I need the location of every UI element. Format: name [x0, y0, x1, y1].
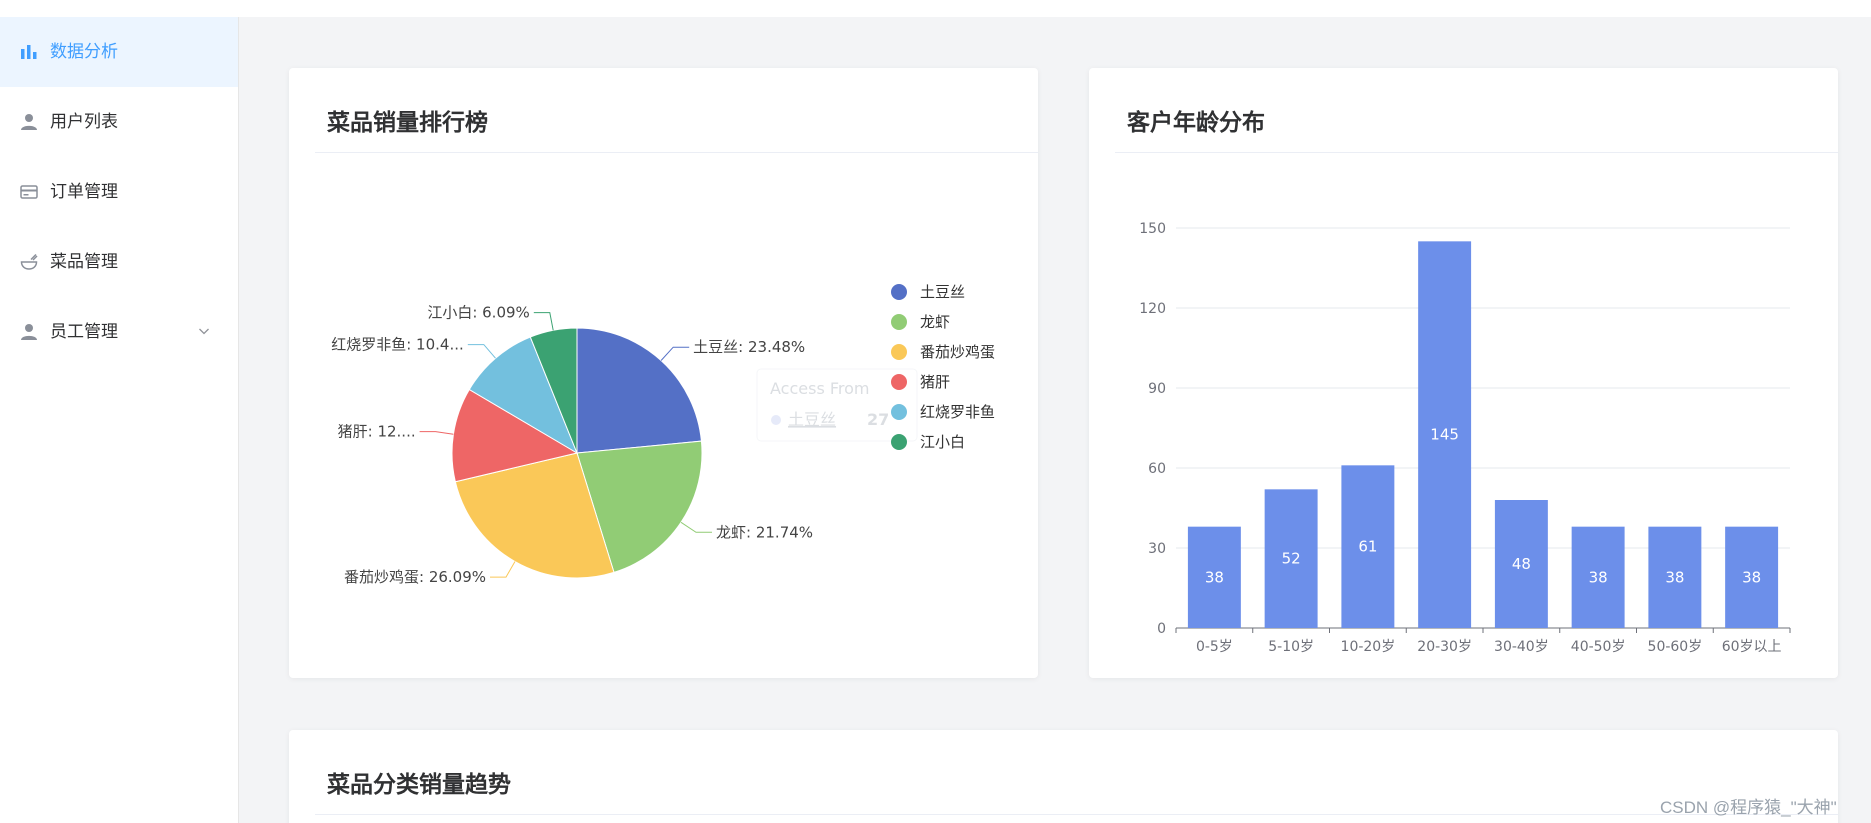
dish-sales-pie-chart: Access From 土豆丝 27 土豆丝: 23.48% 龙虾: 21.74% 番茄炒… [331, 283, 995, 586]
legend-marker[interactable] [891, 284, 907, 300]
card-divider [315, 814, 1838, 815]
bar-data-label: 38 [1589, 568, 1608, 586]
sidebar-item-label: 订单管理 [50, 182, 118, 202]
bar-chart-icon [21, 45, 37, 59]
sidebar-menu: 数据分析 用户列表 订单管理 菜品管理 员工管理 [0, 17, 239, 823]
sidebar-item-label: 菜品管理 [50, 252, 118, 272]
user-icon [21, 114, 37, 130]
sidebar-item-user-list[interactable]: 用户列表 [0, 87, 238, 157]
sidebar-item-dish-management[interactable]: 菜品管理 [0, 227, 238, 297]
x-tick-label: 20-30岁 [1417, 639, 1472, 655]
sidebar-item-order-management[interactable]: 订单管理 [0, 157, 238, 227]
legend-marker[interactable] [891, 374, 907, 390]
card-title: 菜品分类销量趋势 [327, 772, 511, 798]
legend-marker[interactable] [891, 434, 907, 450]
x-tick-label: 10-20岁 [1341, 639, 1396, 655]
bar-data-label: 52 [1282, 550, 1301, 568]
legend-item-label[interactable]: 番茄炒鸡蛋 [920, 343, 995, 361]
pie-label-line [660, 346, 690, 361]
bar-data-label: 38 [1205, 568, 1224, 586]
credit-card-icon [20, 185, 38, 199]
pie-slice-label: 红烧罗非鱼: 10.4... [331, 336, 464, 354]
chevron-down-icon[interactable] [198, 325, 210, 337]
pie-label-line [490, 561, 516, 578]
x-tick-label: 60岁以上 [1722, 639, 1782, 655]
watermark: CSDN @程序猿_"大神" [1660, 798, 1837, 817]
legend-marker[interactable] [891, 344, 907, 360]
legend-marker[interactable] [891, 404, 907, 420]
legend-marker[interactable] [891, 314, 907, 330]
pie-slice-label: 龙虾: 21.74% [716, 523, 813, 541]
legend-item-label[interactable]: 猪肝 [920, 373, 950, 391]
customer-age-bar-chart: 0 30 60 90 120 150 38 0-5岁 52 5-10岁 61 10-20岁 145 20-… [1139, 221, 1791, 655]
dish-sales-ranking-card: 菜品销量排行榜 Access From 土豆丝 27 土豆丝: 23.48% 龙虾: 2… [289, 68, 1038, 678]
bar-data-label: 61 [1358, 538, 1377, 556]
y-tick-label: 90 [1148, 381, 1166, 397]
pie-slice-label: 江小白: 6.09% [427, 304, 529, 322]
legend-item-label[interactable]: 红烧罗非鱼 [920, 403, 995, 421]
x-tick-label: 40-50岁 [1571, 639, 1626, 655]
sidebar-item-staff-management[interactable]: 员工管理 [0, 297, 238, 367]
dish-category-trend-card: 菜品分类销量趋势 [289, 730, 1838, 823]
pie-slice-label: 番茄炒鸡蛋: 26.09% [344, 568, 486, 586]
x-tick-label: 0-5岁 [1196, 639, 1233, 655]
sidebar-item-label: 员工管理 [50, 322, 118, 342]
legend-item-label[interactable]: 龙虾 [920, 313, 950, 331]
y-tick-label: 150 [1139, 221, 1166, 237]
legend-item-label[interactable]: 江小白 [920, 433, 965, 451]
pie-slice-label: 猪肝: 12.... [338, 423, 416, 441]
y-tick-label: 30 [1148, 541, 1166, 557]
x-tick-label: 50-60岁 [1648, 639, 1703, 655]
y-tick-label: 60 [1148, 461, 1166, 477]
bar-data-label: 38 [1742, 568, 1761, 586]
pie-label-line [533, 312, 554, 331]
y-tick-label: 120 [1139, 301, 1166, 317]
tooltip-item-value: 27 [867, 410, 889, 429]
user-icon [21, 324, 37, 340]
sidebar-item-label: 用户列表 [50, 112, 118, 132]
top-header-bar [0, 0, 1871, 17]
tooltip-title: Access From [770, 379, 870, 398]
pie-slice-label: 土豆丝: 23.48% [693, 338, 805, 356]
bar-data-label: 48 [1512, 555, 1531, 573]
dish-bowl-icon [20, 253, 38, 270]
sidebar-item-label: 数据分析 [50, 42, 118, 62]
y-tick-label: 0 [1157, 621, 1166, 637]
bar-data-label: 38 [1665, 568, 1684, 586]
pie-label-line [680, 521, 712, 533]
pie-label-line [419, 431, 454, 435]
sidebar-item-data-analysis[interactable]: 数据分析 [0, 17, 238, 87]
tooltip-item-label: 土豆丝 [788, 410, 836, 429]
pie-label-line [467, 344, 496, 359]
x-tick-label: 30-40岁 [1494, 639, 1549, 655]
legend-item-label[interactable]: 土豆丝 [920, 283, 965, 301]
customer-age-distribution-card: 客户年龄分布 0 30 60 90 120 150 38 0-5岁 52 5-10岁 61 10-20… [1089, 68, 1838, 678]
bar-data-label: 145 [1430, 426, 1459, 444]
x-tick-label: 5-10岁 [1268, 639, 1314, 655]
